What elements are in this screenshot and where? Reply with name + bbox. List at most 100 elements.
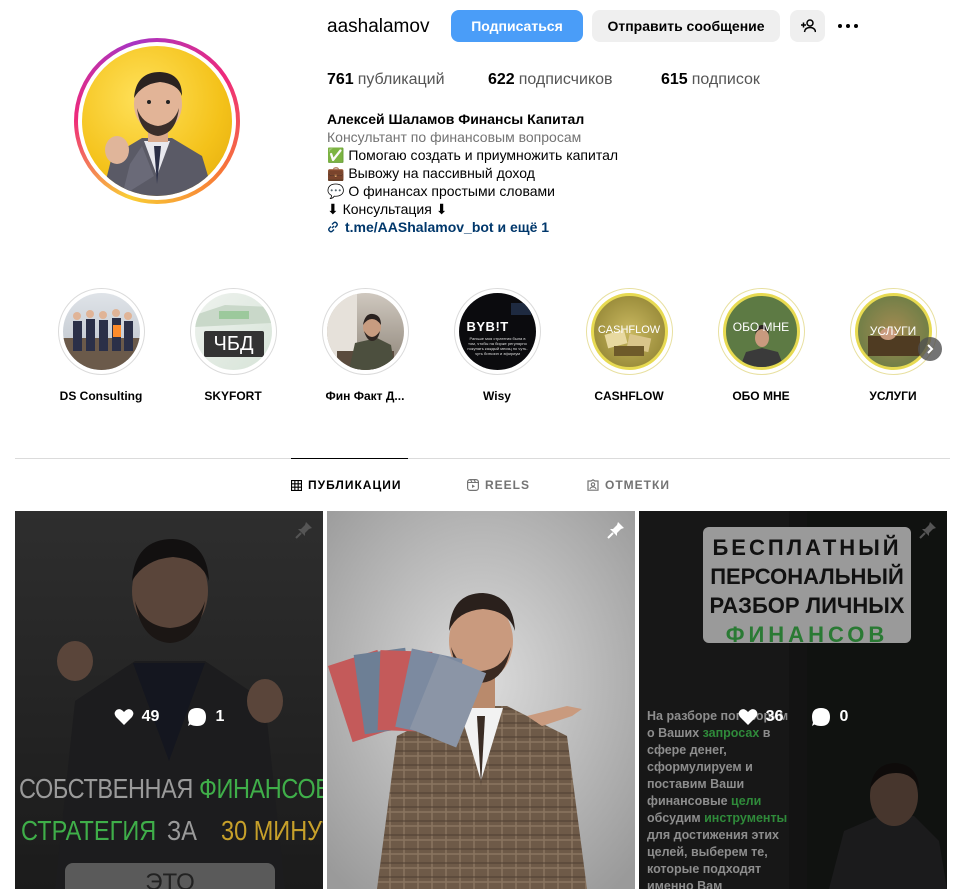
highlight-cover: ЧБД <box>194 293 272 370</box>
highlight-ring <box>321 288 409 375</box>
grid-icon <box>291 479 302 491</box>
post-caption-line: СОБСТВЕННАЯ ФИНАНСОВАЯ <box>19 773 323 804</box>
profile-username: aashalamov <box>327 16 430 37</box>
active-tab-indicator <box>291 458 408 459</box>
highlight-fin-fakt[interactable]: Фин Факт Д... <box>310 288 420 404</box>
profile-avatar-ring[interactable] <box>74 38 240 204</box>
highlight-skyfort[interactable]: ЧБД SKYFORT <box>178 288 288 404</box>
likes-count: 36 <box>765 708 784 725</box>
post-headline: БЕСПЛАТНЫЙ ПЕРСОНАЛЬНЫЙ РАЗБОР ЛИЧНЫХ ФИ… <box>709 535 905 647</box>
following-count-value: 615 <box>661 71 688 88</box>
posts-count: 761 публикаций <box>327 70 445 90</box>
tagged-icon <box>587 479 599 491</box>
post-likes: 36 <box>738 707 784 727</box>
highlight-cover <box>62 293 140 370</box>
highlight-cover-text: ЧБД <box>203 331 264 357</box>
highlight-obo-mne[interactable]: ОБО МНЕ ОБО МНЕ <box>706 288 816 404</box>
avatar-photo <box>102 72 214 196</box>
more-options-button[interactable] <box>836 14 860 38</box>
add-user-button[interactable] <box>790 10 825 42</box>
post-caption-badge: ЭТО ВОЗМОЖНО? <box>65 863 275 889</box>
tab-reels[interactable]: REELS <box>467 477 530 493</box>
highlight-ring: ЧБД <box>189 288 277 375</box>
pin-icon <box>607 521 625 544</box>
followers-count[interactable]: 622 подписчиков <box>488 70 613 90</box>
highlight-ring <box>57 288 145 375</box>
tab-label: REELS <box>485 478 531 492</box>
bio-link[interactable]: t.me/AAShalamov_bot и ещё 1 <box>327 218 618 236</box>
highlight-ds-consulting[interactable]: DS Consulting <box>46 288 156 404</box>
highlight-cover-text: УСЛУГИ <box>869 324 917 338</box>
tab-label: ОТМЕТКИ <box>605 478 670 492</box>
post-tile[interactable]: БЕСПЛАТНЫЙ ПЕРСОНАЛЬНЫЙ РАЗБОР ЛИЧНЫХ ФИ… <box>639 511 947 889</box>
posts-count-value: 761 <box>327 71 354 88</box>
highlight-cover-text: BYB!T <box>466 319 509 334</box>
tab-label: ПУБЛИКАЦИИ <box>308 478 402 492</box>
highlight-cover <box>326 293 404 370</box>
bio-line: 💼 Вывожу на пассивный доход <box>327 165 535 181</box>
pin-icon <box>295 521 313 544</box>
highlight-label: ОБО МНЕ <box>732 389 790 403</box>
post-comments: 0 <box>811 707 848 727</box>
highlight-cashflow[interactable]: CASHFLOW CASHFLOW <box>574 288 684 404</box>
tabs-divider <box>15 458 950 459</box>
post-image <box>327 511 635 889</box>
comment-icon <box>812 708 831 726</box>
following-count-label: подписок <box>691 71 760 88</box>
bio-link-text: t.me/AAShalamov_bot и ещё 1 <box>345 219 550 235</box>
more-icon <box>838 24 858 28</box>
pin-icon <box>919 521 937 544</box>
followers-count-label: подписчиков <box>518 71 613 88</box>
post-stats-overlay: 49 1 <box>15 707 323 727</box>
profile-bio: Алексей Шаламов Финансы Капитал Консульт… <box>327 110 618 236</box>
highlights-next-button[interactable] <box>918 337 942 361</box>
bio-line: ⬇ Консультация ⬇ <box>327 201 448 217</box>
highlight-label: CASHFLOW <box>594 389 664 403</box>
likes-count: 49 <box>141 708 160 725</box>
bio-category: Консультант по финансовым вопросам <box>327 129 582 145</box>
highlight-ring: УСЛУГИ <box>849 288 937 375</box>
following-count[interactable]: 615 подписок <box>661 70 760 90</box>
highlight-label: Фин Факт Д... <box>325 389 405 403</box>
highlight-ring: BYB!T Раньше моя стратегия была в том, ч… <box>453 288 541 375</box>
comments-count: 0 <box>839 708 849 725</box>
comment-icon <box>188 708 207 726</box>
highlight-wisy[interactable]: BYB!T Раньше моя стратегия была в том, ч… <box>442 288 552 404</box>
bio-full-name: Алексей Шаламов Финансы Капитал <box>327 111 585 127</box>
chevron-right-icon <box>927 344 934 354</box>
add-user-icon <box>800 19 816 33</box>
posts-count-label: публикаций <box>357 71 445 88</box>
tab-tagged[interactable]: ОТМЕТКИ <box>587 477 670 493</box>
highlight-ring: ОБО МНЕ <box>717 288 805 375</box>
highlight-cover: BYB!T Раньше моя стратегия была в том, ч… <box>458 293 536 370</box>
story-highlights: DS Consulting ЧБД SKYFORT Фин Факт Д... … <box>0 288 961 408</box>
post-tile[interactable]: СОБСТВЕННАЯ ФИНАНСОВАЯ СТРАТЕГИЯ ЗА 30 М… <box>15 511 323 889</box>
follow-button[interactable]: Подписаться <box>451 10 583 42</box>
tab-posts[interactable]: ПУБЛИКАЦИИ <box>291 477 401 493</box>
post-tile[interactable] <box>327 511 635 889</box>
highlight-label: Wisy <box>483 389 511 403</box>
highlight-label: SKYFORT <box>204 389 262 403</box>
post-stats-overlay: 36 0 <box>639 707 947 727</box>
highlight-label: УСЛУГИ <box>869 389 917 403</box>
highlight-cover-small-text: Раньше моя стратегия была в том, чтобы н… <box>467 336 528 356</box>
post-likes: 49 <box>114 707 160 727</box>
comments-count: 1 <box>215 708 225 725</box>
avatar[interactable] <box>82 46 232 196</box>
highlight-cover-text: CASHFLOW <box>597 324 661 336</box>
reels-icon <box>467 479 479 491</box>
link-icon <box>328 221 338 233</box>
highlight-cover: УСЛУГИ <box>854 293 932 370</box>
highlight-label: DS Consulting <box>59 389 143 403</box>
post-comments: 1 <box>187 707 224 727</box>
highlight-cover-text: ОБО МНЕ <box>732 320 790 334</box>
heart-icon <box>738 709 758 725</box>
post-body-text: На разборе поговорим о Ваших запросах в … <box>647 709 789 889</box>
highlight-ring: CASHFLOW <box>585 288 673 375</box>
avatar-ring-inner <box>78 42 236 200</box>
highlight-cover: CASHFLOW <box>590 293 668 370</box>
send-message-button[interactable]: Отправить сообщение <box>592 10 780 42</box>
highlight-cover: ОБО МНЕ <box>722 293 800 370</box>
followers-count-value: 622 <box>488 71 515 88</box>
bio-line: 💬 О финансах простыми словами <box>327 183 555 199</box>
